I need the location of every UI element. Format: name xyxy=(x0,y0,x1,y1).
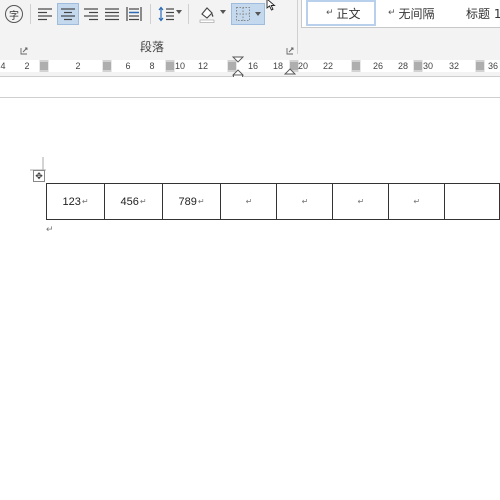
cell-end-mark: ↵ xyxy=(139,196,147,206)
align-right-icon xyxy=(84,8,98,21)
document-canvas[interactable]: ✥ 123↵ 456↵ 789↵ ↵ ↵ ↵ ↵ ↵ xyxy=(0,77,500,500)
column-marker[interactable] xyxy=(475,60,485,72)
cell-end-mark: ↵ xyxy=(301,196,309,206)
ruler-label: 8 xyxy=(149,61,155,71)
ruler-label: 20 xyxy=(297,61,309,71)
style-label: 标题 1 xyxy=(466,6,500,21)
style-heading-1[interactable]: 标题 1 xyxy=(466,0,500,26)
page-top-edge xyxy=(0,97,500,98)
table-cell[interactable]: ↵ xyxy=(387,183,445,220)
ruler-label: 32 xyxy=(448,61,460,71)
column-marker[interactable] xyxy=(165,60,175,72)
ribbon: 字 段落 ↵ 正文 ↵ 无间隔 标题 1 xyxy=(0,0,500,57)
ribbon-separator xyxy=(150,4,151,24)
align-left-button[interactable] xyxy=(34,3,56,25)
table-cell[interactable]: ↵ xyxy=(275,183,333,220)
table-cell[interactable] xyxy=(443,183,500,220)
shading-button[interactable] xyxy=(196,3,218,25)
distributed-button[interactable] xyxy=(123,3,145,25)
font-dialog-launcher-icon[interactable] xyxy=(20,42,28,55)
align-right-button[interactable] xyxy=(80,3,102,25)
style-label: 正文 xyxy=(336,6,361,21)
character-border-icon[interactable]: 字 xyxy=(5,5,23,23)
ribbon-separator xyxy=(30,4,31,24)
ruler-label: 18 xyxy=(272,61,284,71)
borders-icon xyxy=(236,7,250,21)
line-spacing-icon xyxy=(158,6,174,22)
mouse-cursor-icon xyxy=(266,0,276,11)
cell-end-mark: ↵ xyxy=(357,196,365,206)
paragraph-mark-icon: ↵ xyxy=(388,8,396,18)
style-no-spacing[interactable]: ↵ 无间隔 xyxy=(388,0,458,26)
table-move-handle-icon[interactable]: ✥ xyxy=(33,170,45,182)
cell-text: 123 xyxy=(62,195,81,208)
table-cell[interactable]: 789↵ xyxy=(162,183,222,220)
shading-dropdown[interactable] xyxy=(219,8,227,16)
justify-icon xyxy=(105,8,119,21)
ruler-label: 30 xyxy=(422,61,434,71)
table-cell[interactable]: ↵ xyxy=(331,183,389,220)
column-marker[interactable] xyxy=(39,60,49,72)
line-spacing-dropdown[interactable] xyxy=(175,8,183,16)
justify-button[interactable] xyxy=(101,3,123,25)
table-row: 123↵ 456↵ 789↵ ↵ ↵ ↵ ↵ xyxy=(45,183,500,220)
ruler-label: 10 xyxy=(174,61,186,71)
ribbon-group-separator xyxy=(297,0,298,54)
cell-end-mark: ↵ xyxy=(413,196,421,206)
right-indent-marker-icon[interactable] xyxy=(284,64,296,76)
ruler-label: 6 xyxy=(125,61,131,71)
column-marker[interactable] xyxy=(102,60,112,72)
ruler-label: 22 xyxy=(322,61,334,71)
ruler-label: 4 xyxy=(0,61,6,71)
paragraph-mark: ↵ xyxy=(46,224,54,234)
ruler-label: 12 xyxy=(197,61,209,71)
style-label: 无间隔 xyxy=(398,6,435,21)
document-table[interactable]: 123↵ 456↵ 789↵ ↵ ↵ ↵ ↵ xyxy=(45,183,500,220)
table-cell[interactable]: 456↵ xyxy=(104,183,164,220)
style-normal[interactable]: ↵ 正文 xyxy=(306,0,376,26)
ruler-label: 2 xyxy=(24,61,30,71)
ruler-label: 26 xyxy=(372,61,384,71)
styles-gallery: ↵ 正文 ↵ 无间隔 标题 1 xyxy=(301,0,500,28)
chevron-down-icon xyxy=(255,12,261,16)
ruler-label: 2 xyxy=(75,61,81,71)
chevron-down-icon xyxy=(176,10,182,14)
ruler-label: 28 xyxy=(397,61,409,71)
ruler-label: 36 xyxy=(487,61,499,71)
ribbon-separator xyxy=(188,4,189,24)
cell-end-mark: ↵ xyxy=(81,196,89,206)
align-center-icon xyxy=(61,8,75,21)
table-cell[interactable]: 123↵ xyxy=(45,183,106,220)
move-glyph: ✥ xyxy=(35,170,43,181)
align-left-icon xyxy=(38,8,52,21)
cell-text: 789 xyxy=(178,195,197,208)
align-center-button[interactable] xyxy=(57,3,79,25)
character-border-glyph: 字 xyxy=(9,10,19,22)
paragraph-group-label: 段落 xyxy=(140,40,165,54)
paragraph-mark-icon: ↵ xyxy=(326,8,334,18)
cell-text: 456 xyxy=(120,195,139,208)
cell-end-mark: ↵ xyxy=(197,196,205,206)
column-marker[interactable] xyxy=(351,60,361,72)
ruler-label: 16 xyxy=(247,61,259,71)
column-marker[interactable] xyxy=(413,60,423,72)
line-spacing-button[interactable] xyxy=(155,3,177,25)
borders-button[interactable] xyxy=(231,3,265,25)
horizontal-ruler[interactable]: 4 2 2 6 8 10 12 16 18 20 22 26 28 30 32 … xyxy=(0,56,500,81)
table-cell[interactable]: ↵ xyxy=(220,183,277,220)
paragraph-dialog-launcher-icon[interactable] xyxy=(286,42,294,55)
cell-end-mark: ↵ xyxy=(245,196,253,206)
shading-icon xyxy=(199,7,215,23)
chevron-down-icon xyxy=(220,10,226,14)
distributed-icon xyxy=(126,7,142,21)
